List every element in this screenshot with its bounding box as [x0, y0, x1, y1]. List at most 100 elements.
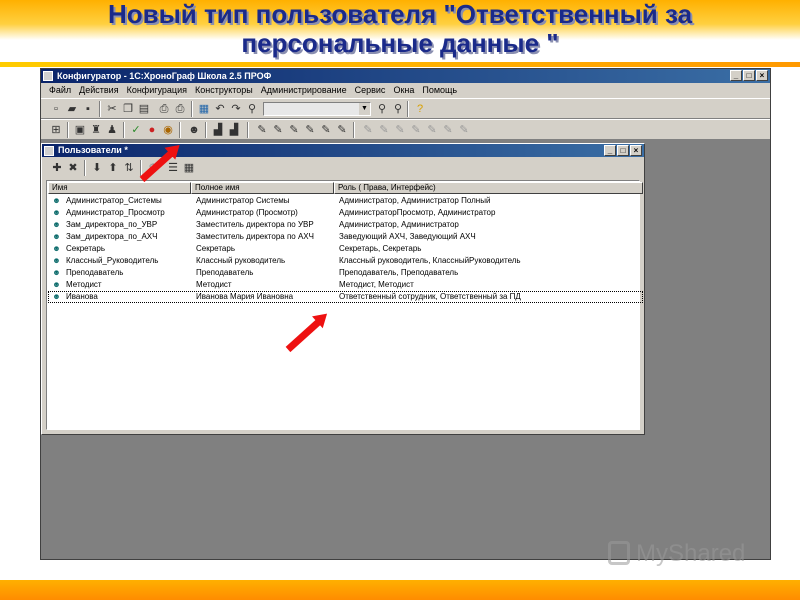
table-row[interactable]: ☻ Преподаватель Преподаватель Преподават… [48, 267, 643, 279]
print-icon[interactable]: ⎙ [157, 102, 171, 116]
move-up-icon[interactable]: ⬆ [106, 161, 120, 175]
add-user-icon[interactable]: ✚ [50, 161, 64, 175]
redo-icon[interactable]: ↷ [229, 102, 243, 116]
table-row[interactable]: ☻ Администратор_Просмотр Администратор (… [48, 207, 643, 219]
toolbar-separator [123, 122, 125, 138]
menubar: Файл Действия Конфигурация Конструкторы … [41, 83, 770, 98]
table-row[interactable]: ☻ Секретарь Секретарь Секретарь, Секрета… [48, 243, 643, 255]
menu-actions[interactable]: Действия [75, 83, 122, 98]
user-role: Преподаватель, Преподаватель [339, 268, 459, 277]
users-list-header: Имя Полное имя Роль ( Права, Интерфейс) [48, 182, 643, 194]
app-title: Конфигуратор - 1С:ХроноГраф Школа 2.5 ПР… [57, 71, 272, 81]
child-maximize-button[interactable]: □ [617, 145, 629, 156]
check-icon[interactable]: ✓ [129, 123, 143, 137]
toolbar-separator [99, 101, 101, 117]
menu-configuration[interactable]: Конфигурация [123, 83, 191, 98]
users-window: Пользователи * _ □ × ✚ ✖ ⬇ ⬆ ⇅ ⚙ ☰ ▦ Имя… [41, 143, 645, 435]
journal-icon[interactable]: ▟ [227, 123, 241, 137]
column-header-name[interactable]: Имя [48, 182, 191, 194]
rights-icon[interactable]: ♜ [89, 123, 103, 137]
close-button[interactable]: × [756, 70, 768, 81]
cut-icon[interactable]: ✂ [105, 102, 119, 116]
find-next-icon[interactable]: ⚲ [375, 102, 389, 116]
constructor-icon-4[interactable]: ✎ [303, 123, 317, 137]
debug-icon[interactable]: ◉ [161, 123, 175, 137]
table-row[interactable]: ☻ Зам_директора_по_УВР Заместитель дирек… [48, 219, 643, 231]
users-window-titlebar[interactable]: Пользователи * _ □ × [42, 144, 644, 157]
user-icon: ☻ [52, 220, 61, 229]
interfaces-icon[interactable]: ▣ [73, 123, 87, 137]
chevron-down-icon[interactable]: ▼ [359, 103, 370, 115]
toolbar-separator [247, 122, 249, 138]
help-icon[interactable]: ? [413, 102, 427, 116]
column-header-role[interactable]: Роль ( Права, Интерфейс) [334, 182, 643, 194]
users-icon[interactable]: ☻ [187, 123, 201, 137]
constructor-icon-3[interactable]: ✎ [287, 123, 301, 137]
calculator-icon[interactable]: ▦ [197, 102, 211, 116]
disabled-tool-icon-1: ✎ [363, 124, 373, 136]
app-titlebar[interactable]: Конфигуратор - 1С:ХроноГраф Школа 2.5 ПР… [41, 69, 770, 83]
user-full-name: Заместитель директора по АХЧ [196, 232, 314, 241]
user-role: АдминистраторПросмотр, Администратор [339, 208, 496, 217]
user-role: Секретарь, Секретарь [339, 244, 422, 253]
list-view-icon[interactable]: ☰ [166, 161, 180, 175]
users-group-icon[interactable]: ♟ [105, 123, 119, 137]
table-row-selected[interactable]: ☻ Иванова Иванова Мария Ивановна Ответст… [48, 291, 643, 303]
move-down-icon[interactable]: ⬇ [90, 161, 104, 175]
user-icon: ☻ [52, 292, 61, 301]
metadata-tree-icon[interactable]: ⊞ [49, 123, 63, 137]
table-row[interactable]: ☻ Администратор_Системы Администратор Си… [48, 195, 643, 207]
user-full-name: Администратор (Просмотр) [196, 208, 298, 217]
save-icon[interactable]: ▪ [81, 102, 95, 116]
user-name: Классный_Руководитель [66, 256, 159, 265]
user-name: Иванова [66, 292, 98, 301]
constructor-icon-2[interactable]: ✎ [271, 123, 285, 137]
undo-icon[interactable]: ↶ [213, 102, 227, 116]
user-icon: ☻ [52, 244, 61, 253]
table-row[interactable]: ☻ Зам_директора_по_АХЧ Заместитель дирек… [48, 231, 643, 243]
grid-view-icon[interactable]: ▦ [182, 161, 196, 175]
users-toolbar: ✚ ✖ ⬇ ⬆ ⇅ ⚙ ☰ ▦ [42, 158, 644, 179]
stop-icon[interactable]: ● [145, 123, 159, 137]
paste-icon[interactable]: ▤ [137, 102, 151, 116]
search-combo[interactable]: ▼ [263, 102, 371, 116]
menu-service[interactable]: Сервис [351, 83, 390, 98]
child-close-button[interactable]: × [630, 145, 642, 156]
new-document-icon[interactable]: ▫ [49, 102, 63, 116]
monitor-icon[interactable]: ▟ [211, 123, 225, 137]
maximize-button[interactable]: □ [743, 70, 755, 81]
table-row[interactable]: ☻ Классный_Руководитель Классный руковод… [48, 255, 643, 267]
menu-file[interactable]: Файл [45, 83, 75, 98]
constructor-icon-1[interactable]: ✎ [255, 123, 269, 137]
open-folder-icon[interactable]: ▰ [65, 102, 79, 116]
menu-help[interactable]: Помощь [418, 83, 461, 98]
app-icon [43, 71, 53, 81]
find-previous-icon[interactable]: ⚲ [391, 102, 405, 116]
user-icon: ☻ [52, 280, 61, 289]
copy-icon[interactable]: ❐ [121, 102, 135, 116]
user-role: Заведующий АХЧ, Заведующий АХЧ [339, 232, 476, 241]
toolbar-separator [205, 122, 207, 138]
constructor-icon-6[interactable]: ✎ [335, 123, 349, 137]
constructor-icon-5[interactable]: ✎ [319, 123, 333, 137]
minimize-button[interactable]: _ [730, 70, 742, 81]
toolbar-separator [353, 122, 355, 138]
slide-title-line-2: персональные данные " [241, 28, 559, 58]
column-header-full-name[interactable]: Полное имя [191, 182, 334, 194]
users-list: Имя Полное имя Роль ( Права, Интерфейс) … [46, 180, 643, 430]
menu-administration[interactable]: Администрирование [257, 83, 351, 98]
user-icon: ☻ [52, 208, 61, 217]
print-preview-icon[interactable]: ⎙ [173, 102, 187, 116]
user-role: Классный руководитель, КлассныйРуководит… [339, 256, 521, 265]
table-row[interactable]: ☻ Методист Методист Методист, Методист [48, 279, 643, 291]
bottom-bar [0, 580, 800, 600]
child-minimize-button[interactable]: _ [604, 145, 616, 156]
delete-user-icon[interactable]: ✖ [66, 161, 80, 175]
menu-windows[interactable]: Окна [389, 83, 418, 98]
find-icon[interactable]: ⚲ [245, 102, 259, 116]
watermark-text: MyShared [636, 540, 746, 567]
main-toolbar: ▫ ▰ ▪ ✂ ❐ ▤ ⎙ ⎙ ▦ ↶ ↷ ⚲ ▼ ⚲ ⚲ ? [41, 98, 770, 119]
menu-constructors[interactable]: Конструкторы [191, 83, 257, 98]
user-name: Методист [66, 280, 102, 289]
sort-icon[interactable]: ⇅ [122, 161, 136, 175]
